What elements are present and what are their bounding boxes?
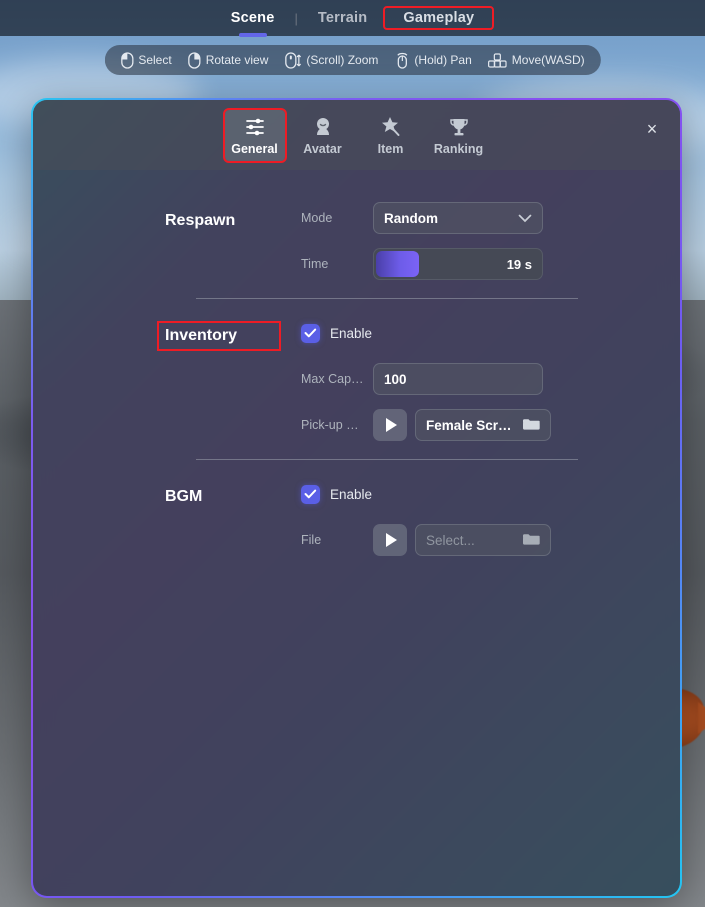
row-inventory-enable: Enable (33, 315, 680, 351)
bgm-file-field[interactable]: Select... (415, 524, 551, 556)
respawn-time-value: 19 s (506, 256, 532, 272)
hint-select-label: Select (138, 53, 172, 67)
divider (196, 459, 578, 460)
row-respawn-time: Time 19 s (33, 246, 680, 282)
tab-gameplay-label: Gameplay (403, 10, 475, 26)
hint-zoom-label: (Scroll) Zoom (306, 53, 379, 67)
respawn-mode-dropdown[interactable]: Random (373, 202, 543, 234)
row-bgm-file: File Select... (33, 522, 680, 558)
panel-tab-item-label: Item (377, 141, 404, 156)
top-tabs: Scene | Terrain Gameplay (213, 6, 495, 37)
divider (196, 298, 578, 299)
panel-inner: General Avatar Item Ranking × Respawn Mo… (33, 100, 680, 896)
row-bgm-enable: Enable (33, 476, 680, 512)
panel-tab-avatar[interactable]: Avatar (293, 110, 353, 161)
inventory-enable-checkbox[interactable] (301, 323, 320, 343)
row-inventory-max-capacity: Max Cap… 100 (33, 361, 680, 397)
panel-header: General Avatar Item Ranking × (33, 100, 680, 170)
tab-scene-label: Scene (230, 10, 275, 26)
inventory-pickup-file-field[interactable]: Female Scr… (415, 409, 551, 441)
inventory-max-capacity-label: Max Cap… (301, 372, 364, 386)
mouse-hold-icon (394, 52, 409, 69)
bgm-file-label: File (301, 533, 322, 547)
hint-move: Move(WASD) (487, 52, 585, 68)
top-tab-bar: Scene | Terrain Gameplay (0, 0, 705, 37)
section-bgm: BGM Enable File Select... (33, 476, 680, 558)
tab-scene[interactable]: Scene (213, 8, 293, 37)
respawn-mode-value: Random (384, 210, 438, 226)
panel-body: Respawn Mode Random Time 19 s Inventory … (33, 170, 680, 558)
bgm-enable-label: Enable (330, 486, 373, 502)
keyboard-wasd-icon (487, 52, 507, 68)
folder-icon[interactable] (522, 532, 540, 549)
inventory-pickup-label: Pick-up … (301, 418, 359, 432)
section-inventory: Inventory Enable Max Cap… 100 Pick-up … … (33, 315, 680, 443)
panel-tab-general-label: General (231, 141, 278, 156)
control-hints-bar: Select Rotate view (Scroll) Zoom (Hold) … (104, 45, 601, 75)
active-tab-underline (238, 33, 267, 37)
panel-tab-item[interactable]: Item (361, 110, 421, 161)
magic-wand-icon (380, 116, 402, 138)
mouse-right-click-icon (188, 51, 201, 69)
inventory-max-capacity-input[interactable]: 100 (373, 363, 543, 395)
inventory-enable-label: Enable (330, 325, 373, 341)
respawn-mode-label: Mode (301, 211, 333, 225)
hint-zoom: (Scroll) Zoom (284, 51, 379, 69)
panel-tab-ranking-label: Ranking (433, 141, 484, 156)
play-icon[interactable] (373, 409, 407, 441)
gameplay-settings-panel: General Avatar Item Ranking × Respawn Mo… (31, 98, 682, 898)
row-respawn-mode: Mode Random (33, 200, 680, 236)
hint-pan-label: (Hold) Pan (414, 53, 472, 67)
inventory-max-capacity-value: 100 (384, 371, 407, 387)
mouse-scroll-icon (284, 51, 301, 69)
tab-terrain-label: Terrain (317, 10, 368, 26)
section-respawn-title: Respawn (165, 212, 236, 229)
tab-gameplay[interactable]: Gameplay (383, 6, 495, 30)
panel-tab-ranking[interactable]: Ranking (429, 110, 489, 161)
panel-tab-avatar-label: Avatar (303, 141, 342, 156)
respawn-time-label: Time (301, 257, 329, 271)
play-icon[interactable] (373, 524, 407, 556)
trophy-icon (448, 116, 470, 138)
sliders-icon (244, 116, 266, 138)
panel-tabs: General Avatar Item Ranking (222, 107, 489, 163)
respawn-time-slider[interactable]: 19 s (373, 248, 543, 280)
tab-terrain[interactable]: Terrain (300, 8, 385, 28)
hint-rotate-view-label: Rotate view (205, 53, 269, 67)
section-bgm-title: BGM (165, 488, 203, 505)
row-inventory-pickup: Pick-up … Female Scr… (33, 407, 680, 443)
panel-tab-general[interactable]: General (222, 107, 287, 163)
section-inventory-title: Inventory (157, 321, 281, 351)
avatar-icon (312, 116, 334, 138)
hint-rotate-view: Rotate view (188, 51, 269, 69)
tab-separator: | (294, 10, 298, 26)
chevron-down-icon (518, 211, 532, 226)
folder-icon[interactable] (522, 417, 540, 434)
mouse-left-click-icon (120, 51, 133, 69)
hint-pan: (Hold) Pan (394, 52, 472, 69)
inventory-pickup-value: Female Scr… (426, 417, 512, 433)
close-icon[interactable]: × (640, 117, 664, 141)
bgm-enable-checkbox[interactable] (301, 484, 320, 504)
section-respawn: Respawn Mode Random Time 19 s (33, 200, 680, 282)
hint-select: Select (120, 51, 172, 69)
slider-fill (376, 251, 420, 277)
bgm-file-placeholder: Select... (426, 532, 475, 548)
hint-move-label: Move(WASD) (511, 53, 585, 67)
